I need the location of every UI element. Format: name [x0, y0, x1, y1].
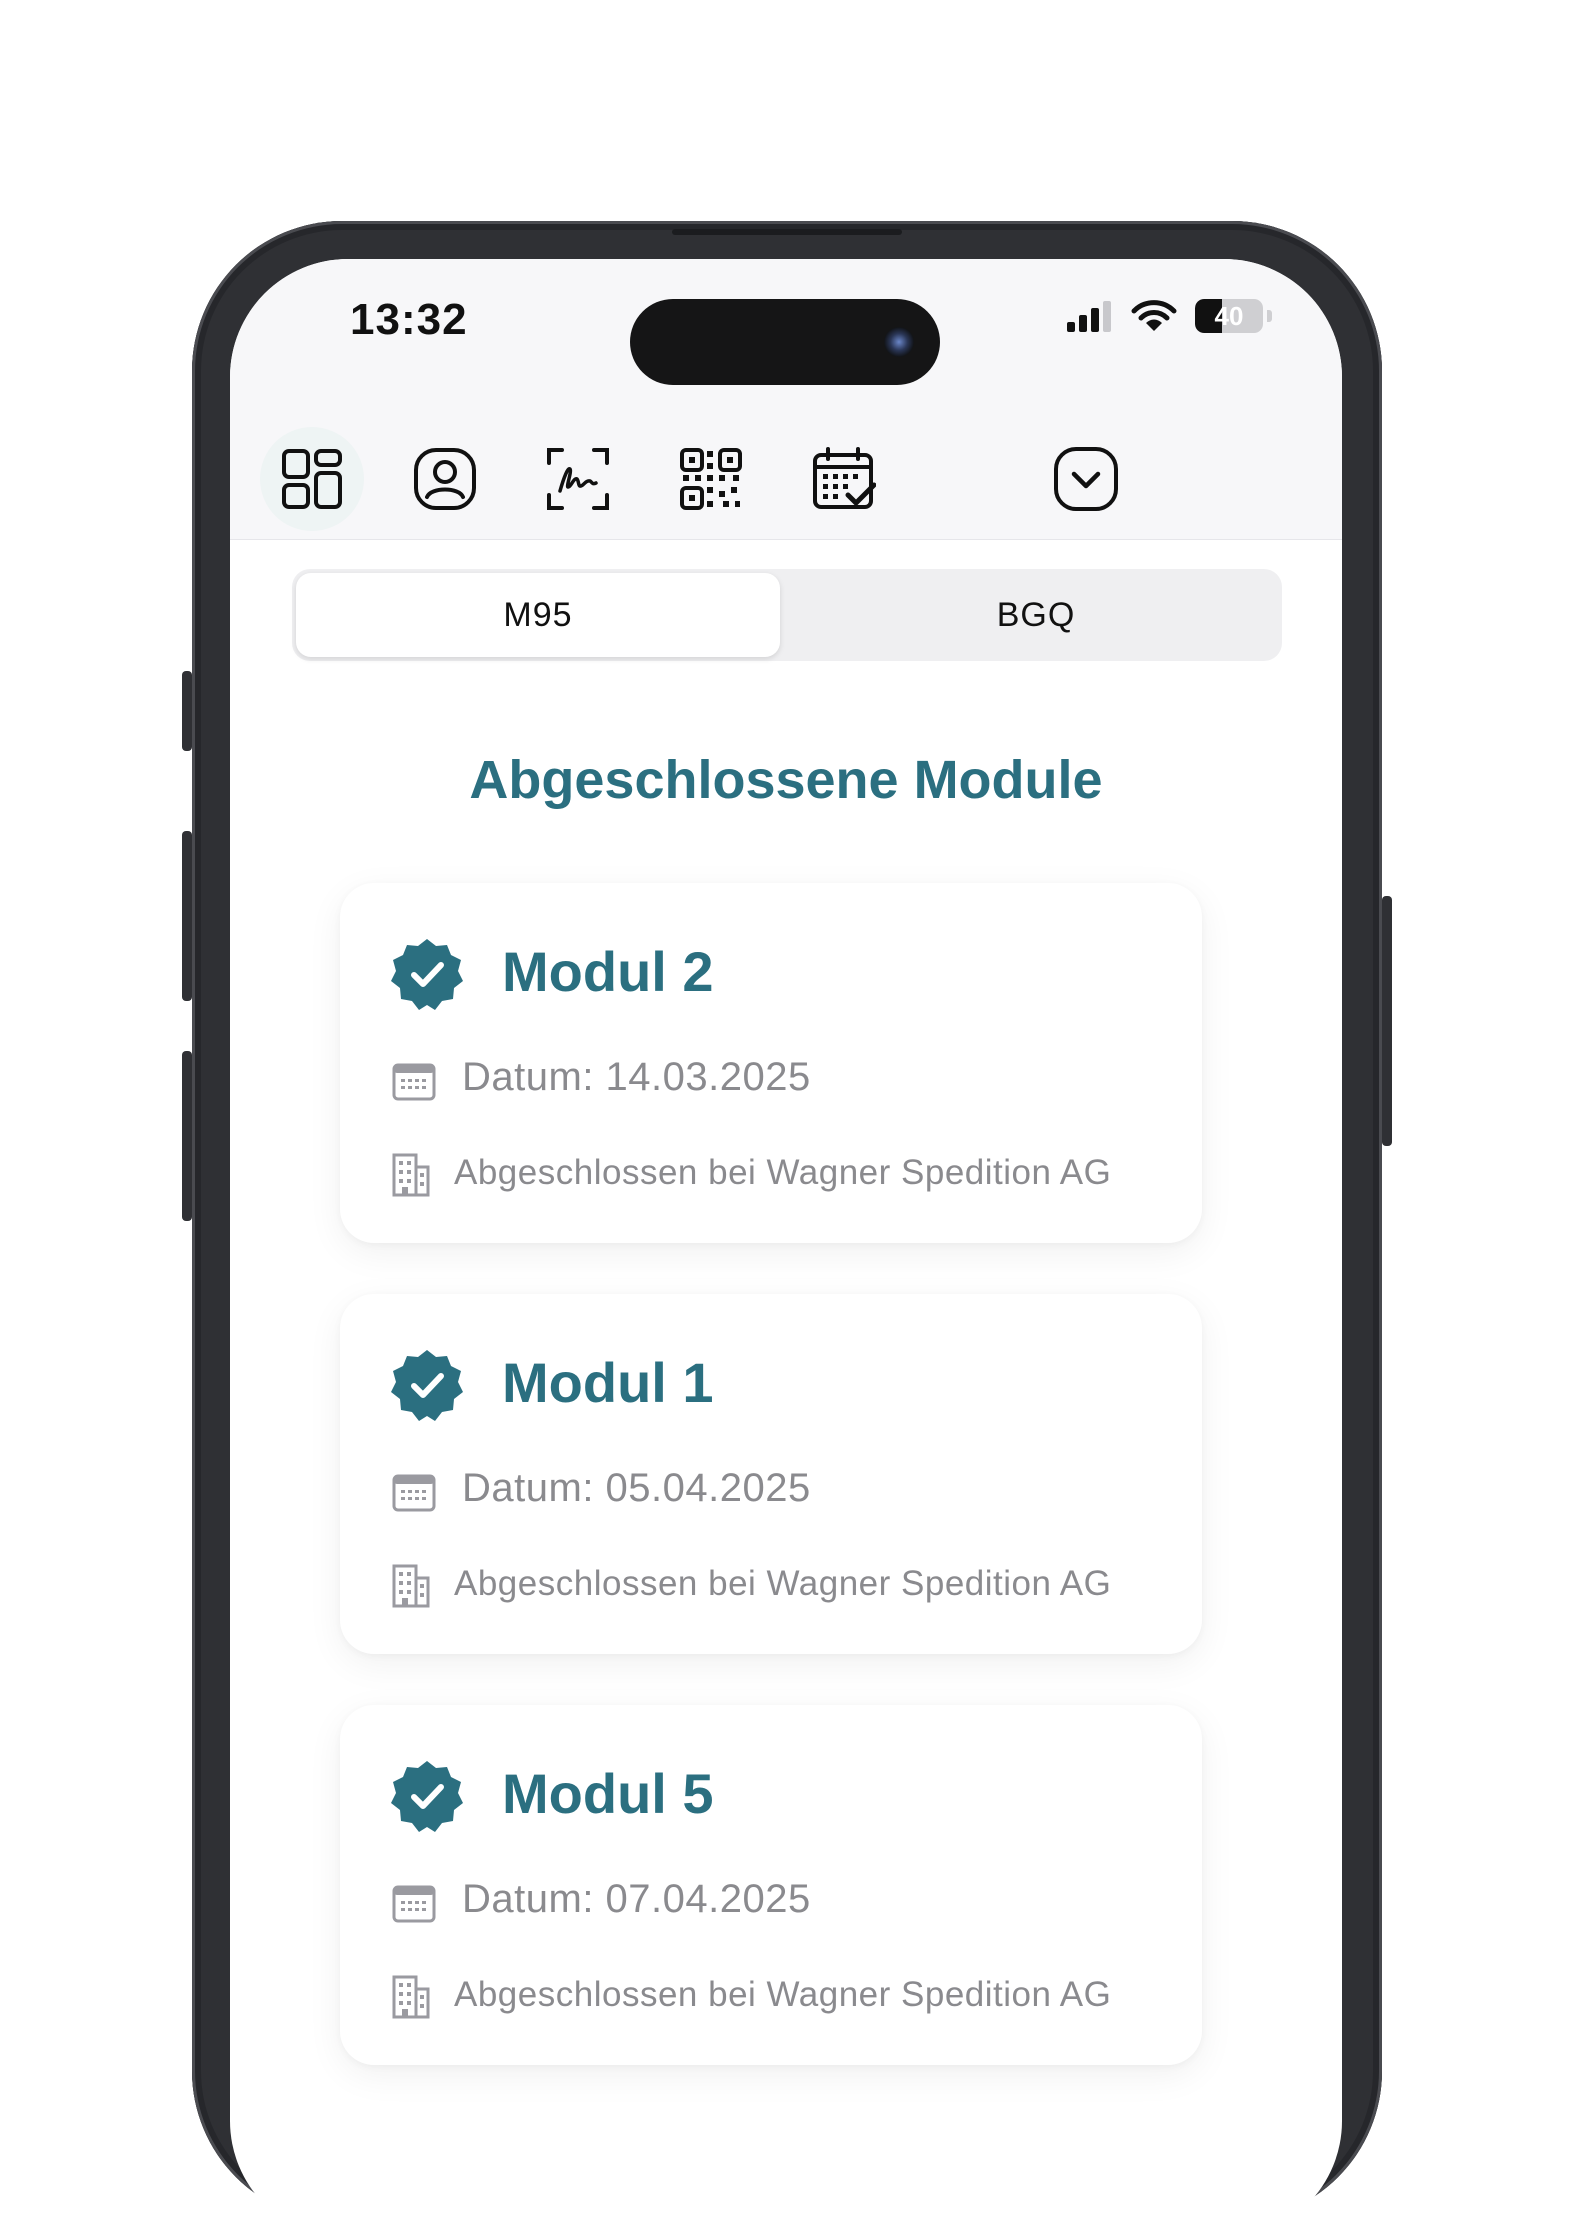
- tab-m95[interactable]: M95: [296, 573, 780, 657]
- module-card[interactable]: Modul 1 Datum: 05.04.2025 Abgeschlossen …: [340, 1294, 1202, 1654]
- program-tabs: M95 BGQ: [292, 569, 1282, 661]
- battery-percent: 40: [1214, 301, 1244, 331]
- module-location: Abgeschlossen bei Wagner Spedition AG: [454, 1153, 1112, 1192]
- module-card[interactable]: Modul 2 Datum: 14.03.2025 Abgeschlossen …: [340, 883, 1202, 1243]
- verified-badge-icon: [391, 939, 463, 1010]
- tab-bgq[interactable]: BGQ: [794, 573, 1278, 657]
- module-title: Modul 5: [502, 1762, 714, 1825]
- top-toolbar: [230, 419, 1342, 540]
- status-time: 13:32: [350, 295, 468, 344]
- signature-scan-icon: [547, 448, 609, 510]
- module-location: Abgeschlossen bei Wagner Spedition AG: [454, 1975, 1112, 2014]
- qr-code-button[interactable]: [651, 419, 771, 539]
- chevron-down-circle-icon: [1054, 447, 1118, 511]
- building-icon: [392, 1975, 430, 2019]
- module-title: Modul 1: [502, 1351, 714, 1414]
- dynamic-island: [630, 299, 940, 385]
- module-date: Datum: 14.03.2025: [462, 1055, 811, 1099]
- calendar-icon: [392, 1885, 436, 1923]
- calendar-check-icon: [813, 447, 876, 509]
- screen: 13:32 40 M95 BGQ Abgeschlossene Module M…: [230, 259, 1342, 2239]
- battery-icon: 40: [1195, 299, 1263, 333]
- module-title: Modul 2: [502, 940, 714, 1003]
- verified-badge-icon: [391, 1761, 463, 1832]
- page-title: Abgeschlossene Module: [469, 750, 1103, 810]
- module-date: Datum: 05.04.2025: [462, 1466, 811, 1510]
- power-button: [1382, 896, 1392, 1146]
- profile-button[interactable]: [385, 419, 505, 539]
- volume-up-button: [182, 831, 192, 1001]
- building-icon: [392, 1153, 430, 1197]
- calendar-icon: [392, 1063, 436, 1101]
- signature-button[interactable]: [518, 419, 638, 539]
- dashboard-button[interactable]: [252, 419, 372, 539]
- verified-badge-icon: [391, 1350, 463, 1421]
- building-icon: [392, 1564, 430, 1608]
- silent-switch: [182, 671, 192, 751]
- cellular-signal-icon: [1067, 301, 1111, 332]
- module-location: Abgeschlossen bei Wagner Spedition AG: [454, 1564, 1112, 1603]
- battery-tip: [1267, 310, 1272, 322]
- collapse-toolbar-button[interactable]: [1026, 419, 1146, 539]
- wifi-icon: [1131, 300, 1177, 331]
- dashboard-grid-icon: [282, 449, 342, 509]
- module-date: Datum: 07.04.2025: [462, 1877, 811, 1921]
- phone-frame: 13:32 40 M95 BGQ Abgeschlossene Module M…: [182, 221, 1392, 2239]
- module-card[interactable]: Modul 5 Datum: 07.04.2025 Abgeschlossen …: [340, 1705, 1202, 2065]
- front-camera: [884, 327, 914, 357]
- volume-down-button: [182, 1051, 192, 1221]
- calendar-icon: [392, 1474, 436, 1512]
- status-icons: 40: [1067, 299, 1272, 333]
- qr-code-icon: [680, 448, 742, 510]
- calendar-button[interactable]: [784, 419, 904, 539]
- profile-icon: [414, 448, 476, 510]
- status-bar: 13:32 40: [230, 259, 1342, 419]
- speaker-grille: [672, 229, 902, 235]
